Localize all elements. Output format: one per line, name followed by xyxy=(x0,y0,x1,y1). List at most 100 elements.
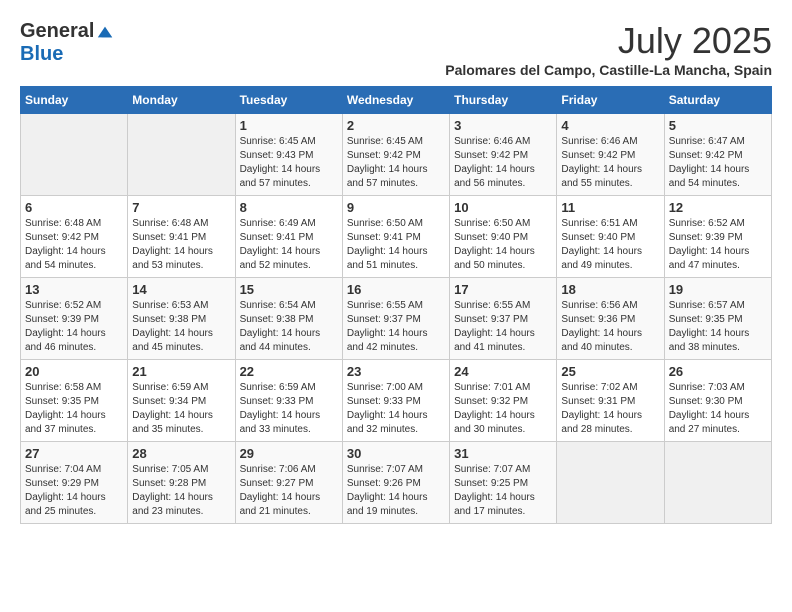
calendar-cell: 29Sunrise: 7:06 AM Sunset: 9:27 PM Dayli… xyxy=(235,442,342,524)
day-info: Sunrise: 7:05 AM Sunset: 9:28 PM Dayligh… xyxy=(132,463,230,519)
calendar-cell: 26 Sunrise: 7:03 AM Sunset: 9:30 PM Dayli… xyxy=(664,360,771,442)
weekday-header-row: SundayMondayTuesdayWednesdayThursdayFrid… xyxy=(21,87,772,114)
weekday-header-saturday: Saturday xyxy=(664,87,771,114)
calendar-cell: 25Sunrise: 7:02 AM Sunset: 9:31 PM Dayli… xyxy=(557,360,664,442)
day-number: 26 xyxy=(669,364,767,379)
day-info: Sunrise: 6:56 AM Sunset: 9:36 PM Dayligh… xyxy=(561,299,659,355)
day-info: Sunrise: 6:45 AM Sunset: 9:42 PM Dayligh… xyxy=(347,135,445,191)
day-info: Sunrise: 6:55 AM Sunset: 9:37 PM Dayligh… xyxy=(454,299,552,355)
day-number: 9 xyxy=(347,200,445,215)
weekday-header-friday: Friday xyxy=(557,87,664,114)
weekday-header-thursday: Thursday xyxy=(450,87,557,114)
day-number: 2 xyxy=(347,118,445,133)
day-number: 13 xyxy=(25,282,123,297)
weekday-header-tuesday: Tuesday xyxy=(235,87,342,114)
location-title: Palomares del Campo, Castille-La Mancha,… xyxy=(445,62,772,78)
calendar-cell: 16 Sunrise: 6:55 AM Sunset: 9:37 PM Dayli… xyxy=(342,278,449,360)
logo-icon xyxy=(96,23,114,41)
calendar-cell: 22 Sunrise: 6:59 AM Sunset: 9:33 PM Dayli… xyxy=(235,360,342,442)
logo-general-text: General xyxy=(20,20,94,43)
calendar-cell: 20Sunrise: 6:58 AM Sunset: 9:35 PM Dayli… xyxy=(21,360,128,442)
day-number: 20 xyxy=(25,364,123,379)
calendar-cell: 12 Sunrise: 6:52 AM Sunset: 9:39 PM Dayli… xyxy=(664,196,771,278)
day-number: 3 xyxy=(454,118,552,133)
day-info: Sunrise: 6:46 AM Sunset: 9:42 PM Dayligh… xyxy=(454,135,552,191)
day-number: 12 xyxy=(669,200,767,215)
day-number: 27 xyxy=(25,446,123,461)
day-info: Sunrise: 7:04 AM Sunset: 9:29 PM Dayligh… xyxy=(25,463,123,519)
day-info: Sunrise: 6:51 AM Sunset: 9:40 PM Dayligh… xyxy=(561,217,659,273)
day-number: 16 xyxy=(347,282,445,297)
day-number: 10 xyxy=(454,200,552,215)
calendar-cell: 21Sunrise: 6:59 AM Sunset: 9:34 PM Dayli… xyxy=(128,360,235,442)
calendar-cell: 10 Sunrise: 6:50 AM Sunset: 9:40 PM Dayli… xyxy=(450,196,557,278)
calendar-cell xyxy=(128,114,235,196)
day-number: 11 xyxy=(561,200,659,215)
calendar-cell: 17 Sunrise: 6:55 AM Sunset: 9:37 PM Dayli… xyxy=(450,278,557,360)
calendar-cell: 19Sunrise: 6:57 AM Sunset: 9:35 PM Dayli… xyxy=(664,278,771,360)
week-row-4: 20Sunrise: 6:58 AM Sunset: 9:35 PM Dayli… xyxy=(21,360,772,442)
day-number: 7 xyxy=(132,200,230,215)
calendar-cell: 30Sunrise: 7:07 AM Sunset: 9:26 PM Dayli… xyxy=(342,442,449,524)
calendar-cell: 2 Sunrise: 6:45 AM Sunset: 9:42 PM Daylig… xyxy=(342,114,449,196)
week-row-2: 6Sunrise: 6:48 AM Sunset: 9:42 PM Daylig… xyxy=(21,196,772,278)
day-info: Sunrise: 6:59 AM Sunset: 9:33 PM Dayligh… xyxy=(240,381,338,437)
day-number: 18 xyxy=(561,282,659,297)
day-info: Sunrise: 6:52 AM Sunset: 9:39 PM Dayligh… xyxy=(669,217,767,273)
calendar-cell: 3 Sunrise: 6:46 AM Sunset: 9:42 PM Daylig… xyxy=(450,114,557,196)
calendar-cell: 13Sunrise: 6:52 AM Sunset: 9:39 PM Dayli… xyxy=(21,278,128,360)
day-info: Sunrise: 7:02 AM Sunset: 9:31 PM Dayligh… xyxy=(561,381,659,437)
calendar-cell: 28 Sunrise: 7:05 AM Sunset: 9:28 PM Dayli… xyxy=(128,442,235,524)
day-info: Sunrise: 7:06 AM Sunset: 9:27 PM Dayligh… xyxy=(240,463,338,519)
calendar-cell: 5 Sunrise: 6:47 AM Sunset: 9:42 PM Daylig… xyxy=(664,114,771,196)
day-info: Sunrise: 6:46 AM Sunset: 9:42 PM Dayligh… xyxy=(561,135,659,191)
calendar-cell: 27 Sunrise: 7:04 AM Sunset: 9:29 PM Dayli… xyxy=(21,442,128,524)
day-info: Sunrise: 6:47 AM Sunset: 9:42 PM Dayligh… xyxy=(669,135,767,191)
calendar-cell: 18 Sunrise: 6:56 AM Sunset: 9:36 PM Dayli… xyxy=(557,278,664,360)
calendar-cell: 8 Sunrise: 6:49 AM Sunset: 9:41 PM Daylig… xyxy=(235,196,342,278)
day-info: Sunrise: 6:45 AM Sunset: 9:43 PM Dayligh… xyxy=(240,135,338,191)
day-info: Sunrise: 6:48 AM Sunset: 9:41 PM Dayligh… xyxy=(132,217,230,273)
calendar-cell: 15 Sunrise: 6:54 AM Sunset: 9:38 PM Dayli… xyxy=(235,278,342,360)
day-info: Sunrise: 7:03 AM Sunset: 9:30 PM Dayligh… xyxy=(669,381,767,437)
day-number: 17 xyxy=(454,282,552,297)
week-row-1: 1 Sunrise: 6:45 AM Sunset: 9:43 PM Daylig… xyxy=(21,114,772,196)
day-info: Sunrise: 7:01 AM Sunset: 9:32 PM Dayligh… xyxy=(454,381,552,437)
calendar-cell: 7 Sunrise: 6:48 AM Sunset: 9:41 PM Daylig… xyxy=(128,196,235,278)
calendar-cell xyxy=(664,442,771,524)
day-number: 19 xyxy=(669,282,767,297)
day-number: 31 xyxy=(454,446,552,461)
calendar-cell: 11 Sunrise: 6:51 AM Sunset: 9:40 PM Dayli… xyxy=(557,196,664,278)
day-info: Sunrise: 6:54 AM Sunset: 9:38 PM Dayligh… xyxy=(240,299,338,355)
calendar-cell xyxy=(21,114,128,196)
day-number: 22 xyxy=(240,364,338,379)
day-info: Sunrise: 7:07 AM Sunset: 9:25 PM Dayligh… xyxy=(454,463,552,519)
day-number: 8 xyxy=(240,200,338,215)
calendar-cell: 14 Sunrise: 6:53 AM Sunset: 9:38 PM Dayli… xyxy=(128,278,235,360)
calendar-cell: 9Sunrise: 6:50 AM Sunset: 9:41 PM Daylig… xyxy=(342,196,449,278)
day-number: 28 xyxy=(132,446,230,461)
day-info: Sunrise: 6:48 AM Sunset: 9:42 PM Dayligh… xyxy=(25,217,123,273)
day-number: 1 xyxy=(240,118,338,133)
day-number: 24 xyxy=(454,364,552,379)
day-number: 5 xyxy=(669,118,767,133)
day-number: 14 xyxy=(132,282,230,297)
calendar-cell: 1 Sunrise: 6:45 AM Sunset: 9:43 PM Daylig… xyxy=(235,114,342,196)
weekday-header-wednesday: Wednesday xyxy=(342,87,449,114)
month-title: July 2025 xyxy=(445,20,772,62)
day-info: Sunrise: 6:55 AM Sunset: 9:37 PM Dayligh… xyxy=(347,299,445,355)
page-header: General Blue July 2025 Palomares del Cam… xyxy=(20,20,772,78)
weekday-header-monday: Monday xyxy=(128,87,235,114)
day-number: 23 xyxy=(347,364,445,379)
logo: General Blue xyxy=(20,20,114,66)
day-number: 21 xyxy=(132,364,230,379)
day-info: Sunrise: 6:49 AM Sunset: 9:41 PM Dayligh… xyxy=(240,217,338,273)
week-row-5: 27 Sunrise: 7:04 AM Sunset: 9:29 PM Dayli… xyxy=(21,442,772,524)
calendar-cell: 6Sunrise: 6:48 AM Sunset: 9:42 PM Daylig… xyxy=(21,196,128,278)
day-number: 15 xyxy=(240,282,338,297)
day-info: Sunrise: 6:50 AM Sunset: 9:40 PM Dayligh… xyxy=(454,217,552,273)
week-row-3: 13Sunrise: 6:52 AM Sunset: 9:39 PM Dayli… xyxy=(21,278,772,360)
calendar-table: SundayMondayTuesdayWednesdayThursdayFrid… xyxy=(20,86,772,524)
day-info: Sunrise: 6:53 AM Sunset: 9:38 PM Dayligh… xyxy=(132,299,230,355)
calendar-cell: 23Sunrise: 7:00 AM Sunset: 9:33 PM Dayli… xyxy=(342,360,449,442)
